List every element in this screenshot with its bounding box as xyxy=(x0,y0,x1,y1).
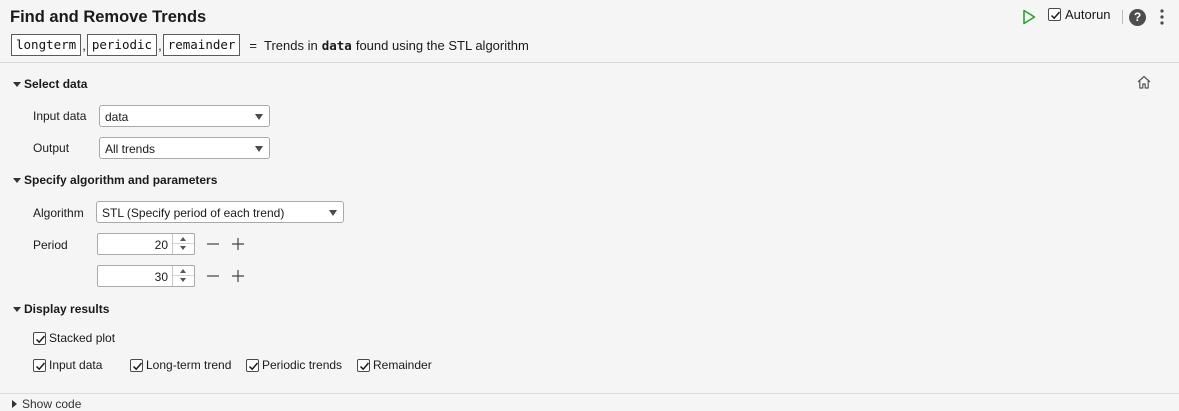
section-heading: Specify algorithm and parameters xyxy=(24,173,218,187)
section-display-results[interactable]: Display results xyxy=(13,302,109,316)
algorithm-dropdown[interactable]: STL (Specify period of each trend) xyxy=(96,201,344,223)
autorun-label: Autorun xyxy=(1065,7,1111,22)
input-data-checkbox[interactable] xyxy=(33,358,46,372)
autorun-toggle[interactable]: Autorun xyxy=(1048,7,1111,22)
collapse-triangle-icon xyxy=(13,306,21,312)
remainder-option[interactable]: Remainder xyxy=(357,358,432,372)
plus-icon xyxy=(232,270,244,282)
dropdown-value: All trends xyxy=(105,142,156,156)
dropdown-value: STL (Specify period of each trend) xyxy=(102,206,285,220)
live-task-header: Find and Remove Trends longterm , period… xyxy=(0,0,1179,63)
plus-icon xyxy=(232,238,244,250)
period-spinner-2[interactable]: 30 xyxy=(97,265,195,287)
arrow-up-icon xyxy=(180,269,186,273)
remove-period-button[interactable] xyxy=(206,269,220,283)
section-select-data[interactable]: Select data xyxy=(13,77,87,91)
output-name-longterm[interactable]: longterm xyxy=(11,34,82,56)
help-icon[interactable]: ? xyxy=(1129,9,1146,26)
add-period-button[interactable] xyxy=(231,237,245,251)
long-term-trend-option[interactable]: Long-term trend xyxy=(130,358,231,372)
periodic-trends-option[interactable]: Periodic trends xyxy=(246,358,342,372)
period-spinner-1[interactable]: 20 xyxy=(97,233,195,255)
increment-button[interactable] xyxy=(173,266,194,276)
long-term-trend-checkbox[interactable] xyxy=(130,358,143,372)
decrement-button[interactable] xyxy=(173,276,194,286)
description-suffix: found using the STL algorithm xyxy=(355,37,529,53)
play-icon[interactable] xyxy=(1022,9,1036,25)
periodic-trends-checkbox[interactable] xyxy=(246,358,259,372)
checkmark-icon xyxy=(248,362,259,370)
chevron-down-icon xyxy=(255,146,263,152)
collapse-triangle-icon xyxy=(13,81,21,87)
increment-button[interactable] xyxy=(173,234,194,244)
decrement-button[interactable] xyxy=(173,244,194,254)
checkbox-label: Remainder xyxy=(373,358,432,372)
section-heading: Display results xyxy=(24,302,110,316)
output-name-remainder[interactable]: remainder xyxy=(162,34,241,56)
autorun-checkbox[interactable] xyxy=(1048,8,1061,21)
description-prefix: Trends in xyxy=(264,37,318,53)
arrow-down-icon xyxy=(180,246,186,250)
description-variable: data xyxy=(321,37,352,53)
checkmark-icon xyxy=(35,362,46,370)
spinner-value[interactable]: 30 xyxy=(155,270,168,284)
add-period-button[interactable] xyxy=(231,269,245,283)
checkbox-label: Stacked plot xyxy=(49,331,116,345)
dropdown-value: data xyxy=(105,110,129,124)
equals-sign: = xyxy=(249,37,258,53)
expand-triangle-icon xyxy=(12,400,17,408)
minus-icon xyxy=(207,243,219,245)
remainder-checkbox[interactable] xyxy=(357,358,370,372)
input-data-dropdown[interactable]: data xyxy=(99,105,270,127)
checkbox-label: Input data xyxy=(49,358,103,372)
output-dropdown[interactable]: All trends xyxy=(99,137,270,159)
output-name-periodic[interactable]: periodic xyxy=(86,34,158,56)
show-code-toggle[interactable]: Show code xyxy=(12,397,81,411)
checkbox-label: Periodic trends xyxy=(262,358,343,372)
spinner-value[interactable]: 20 xyxy=(155,238,168,252)
checkmark-icon xyxy=(1050,11,1061,20)
input-data-option[interactable]: Input data xyxy=(33,358,102,372)
arrow-up-icon xyxy=(180,237,186,241)
minus-icon xyxy=(207,275,219,277)
checkmark-icon xyxy=(359,362,370,370)
chevron-down-icon xyxy=(255,114,263,120)
more-vertical-icon[interactable] xyxy=(1160,8,1164,26)
show-code-label: Show code xyxy=(22,397,82,411)
period-label: Period xyxy=(33,238,68,252)
output-label: Output xyxy=(33,141,70,155)
task-title: Find and Remove Trends xyxy=(10,8,207,26)
checkbox-label: Long-term trend xyxy=(146,358,232,372)
remove-period-button[interactable] xyxy=(206,237,220,251)
section-heading: Select data xyxy=(24,77,88,91)
algorithm-label: Algorithm xyxy=(33,206,84,220)
input-data-label: Input data xyxy=(33,109,87,123)
arrow-down-icon xyxy=(180,278,186,282)
function-signature: longterm , periodic , remainder = Trends… xyxy=(11,34,529,56)
section-algorithm[interactable]: Specify algorithm and parameters xyxy=(13,173,217,187)
stacked-plot-checkbox[interactable] xyxy=(33,331,46,345)
home-icon[interactable] xyxy=(1136,74,1152,90)
task-footer: Show code xyxy=(0,393,1179,411)
checkmark-icon xyxy=(132,362,143,370)
collapse-triangle-icon xyxy=(13,177,21,183)
header-divider xyxy=(1122,10,1123,24)
stacked-plot-option[interactable]: Stacked plot xyxy=(33,331,115,345)
checkmark-icon xyxy=(35,335,46,343)
chevron-down-icon xyxy=(329,210,337,216)
